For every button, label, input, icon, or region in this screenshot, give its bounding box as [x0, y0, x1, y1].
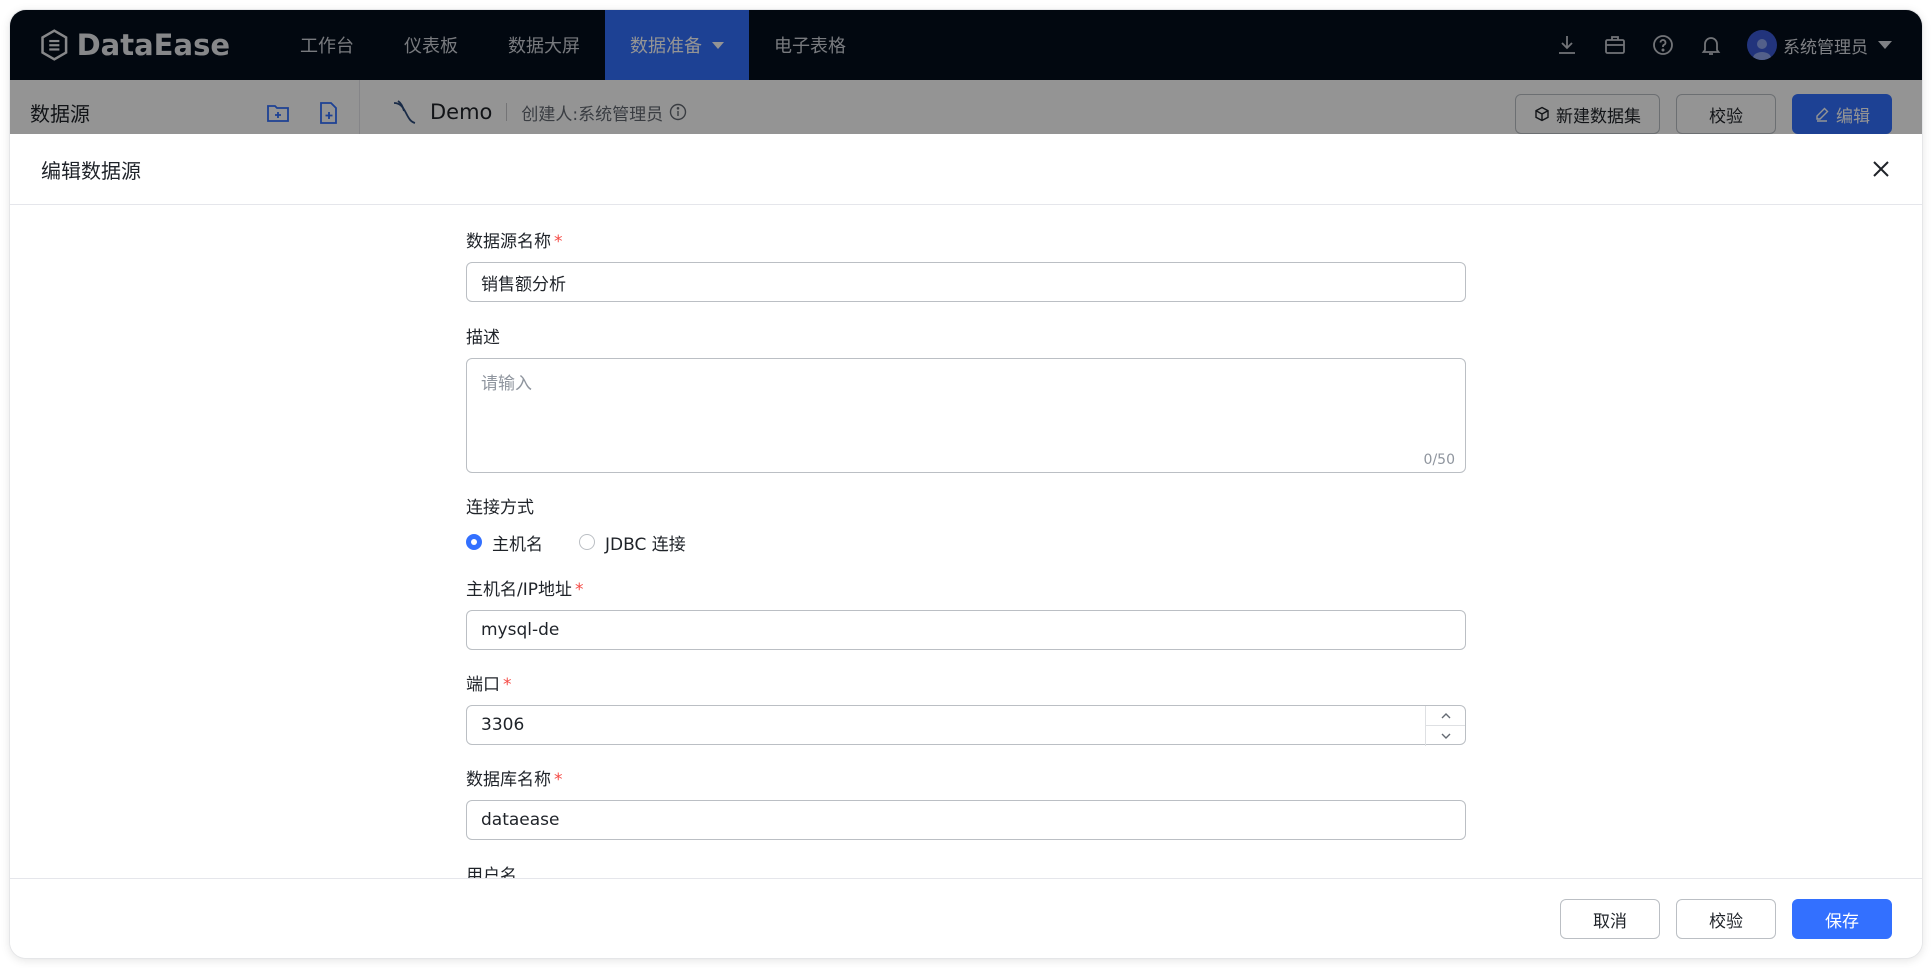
field-label: 数据库名称 *	[466, 769, 1466, 791]
port-stepper[interactable]: 3306	[466, 705, 1466, 746]
chevron-up-icon	[1441, 712, 1450, 718]
radio-unchecked	[579, 534, 595, 550]
cancel-button[interactable]: 取消	[1560, 899, 1660, 939]
label-text: 主机名/IP地址	[466, 580, 572, 600]
label-text: 数据源名称	[466, 232, 551, 252]
description-textarea[interactable]: 请输入 0/50	[466, 358, 1466, 473]
save-button[interactable]: 保存	[1792, 899, 1892, 939]
decrement-button[interactable]	[1426, 726, 1465, 746]
field-connection-type: 连接方式 主机名 JDBC 连接	[466, 497, 1466, 557]
host-input[interactable]: mysql-de	[466, 610, 1466, 650]
database-input[interactable]: dataease	[466, 800, 1466, 840]
radio-hostname[interactable]: 主机名	[466, 530, 543, 555]
field-host: 主机名/IP地址 * mysql-de	[466, 579, 1466, 650]
field-label: 端口 *	[466, 674, 1466, 696]
input-value: 3306	[481, 715, 525, 735]
field-database: 数据库名称 * dataease	[466, 769, 1466, 840]
radio-label: JDBC 连接	[605, 534, 686, 555]
drawer-title: 编辑数据源	[41, 158, 141, 183]
input-value: 销售额分析	[481, 274, 566, 295]
field-label: 连接方式	[466, 498, 534, 518]
textarea-placeholder: 请输入	[481, 374, 532, 394]
input-value: dataease	[481, 810, 560, 830]
label-text: 端口	[466, 675, 500, 695]
drawer-footer: 取消 校验 保存	[10, 878, 1922, 958]
app-window: DataEase 工作台 仪表板 数据大屏 数据准备 电子表格 系统管理员 数据…	[10, 10, 1922, 958]
required-mark: *	[503, 675, 512, 695]
drawer-body[interactable]: 数据源名称 * 销售额分析 描述 请输入 0/50 连接方式 主机名 JDBC 连…	[10, 205, 1922, 878]
field-label: 数据源名称 *	[466, 231, 1466, 253]
close-icon[interactable]	[1870, 158, 1892, 180]
modal-overlay[interactable]	[10, 10, 1922, 144]
stepper-controls	[1425, 706, 1465, 746]
required-mark: *	[575, 580, 584, 600]
required-mark: *	[554, 770, 563, 790]
field-label: 用户名	[466, 866, 517, 878]
radio-label: 主机名	[492, 534, 543, 555]
radio-jdbc[interactable]: JDBC 连接	[579, 530, 686, 555]
field-description: 描述 请输入 0/50	[466, 327, 1466, 473]
radio-checked	[466, 534, 482, 550]
connection-radio-group: 主机名 JDBC 连接	[466, 527, 1466, 557]
increment-button[interactable]	[1426, 706, 1465, 726]
validate-button[interactable]: 校验	[1676, 899, 1776, 939]
field-datasource-name: 数据源名称 * 销售额分析	[466, 231, 1466, 302]
datasource-name-input[interactable]: 销售额分析	[466, 262, 1466, 302]
char-counter: 0/50	[1423, 452, 1455, 468]
field-username: 用户名	[466, 865, 1466, 878]
field-port: 端口 * 3306	[466, 674, 1466, 746]
edit-datasource-drawer: 编辑数据源 数据源名称 * 销售额分析 描述 请输入 0/50 连接方式 主机名…	[10, 134, 1922, 958]
field-label: 主机名/IP地址 *	[466, 579, 1466, 601]
chevron-down-icon	[1441, 733, 1450, 739]
footer-actions: 取消 校验 保存	[1560, 899, 1892, 939]
required-mark: *	[554, 232, 563, 252]
input-value: mysql-de	[481, 620, 560, 640]
label-text: 数据库名称	[466, 770, 551, 790]
drawer-header: 编辑数据源	[10, 134, 1922, 205]
field-label: 描述	[466, 328, 500, 348]
